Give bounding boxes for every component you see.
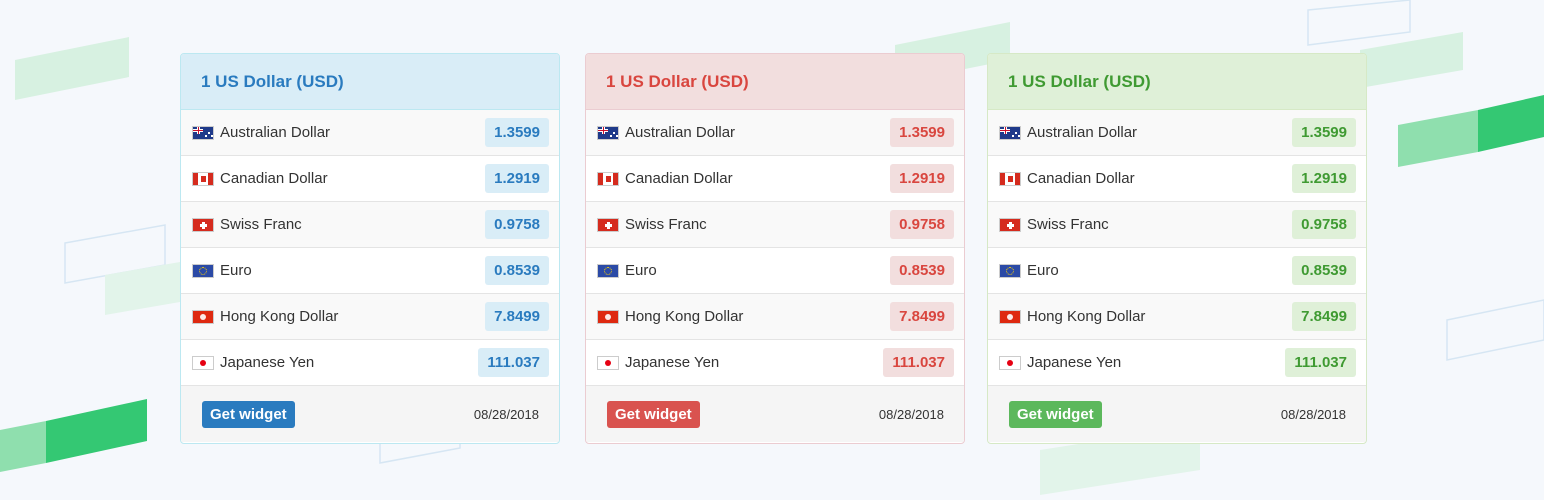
rate-row-eur: Euro 0.8539 xyxy=(586,248,964,294)
rate-row-eur: Euro 0.8539 xyxy=(181,248,559,294)
currency-name: Swiss Franc xyxy=(220,216,302,233)
rate-row-hkd: Hong Kong Dollar 7.8499 xyxy=(988,294,1366,340)
australia-flag-icon xyxy=(192,125,214,140)
rate-row-hkd: Hong Kong Dollar 7.8499 xyxy=(181,294,559,340)
currency-name: Australian Dollar xyxy=(220,124,331,141)
widget-footer: Get widget 08/28/2018 xyxy=(181,386,559,442)
currency-name: Euro xyxy=(220,262,252,279)
rate-list: Australian Dollar 1.3599 Canadian Dollar… xyxy=(988,110,1366,386)
japan-flag-icon xyxy=(999,355,1021,370)
hong-kong-flag-icon xyxy=(597,309,619,324)
rate-row-chf: Swiss Franc 0.9758 xyxy=(988,202,1366,248)
rate-badge: 1.2919 xyxy=(890,164,954,193)
eu-flag-icon xyxy=(999,263,1021,278)
eu-flag-icon xyxy=(597,263,619,278)
widget-footer: Get widget 08/28/2018 xyxy=(586,386,964,442)
switzerland-flag-icon xyxy=(597,217,619,232)
rate-row-aud: Australian Dollar 1.3599 xyxy=(988,110,1366,156)
widget-header: 1 US Dollar (USD) xyxy=(586,54,964,110)
switzerland-flag-icon xyxy=(999,217,1021,232)
rate-row-cad: Canadian Dollar 1.2919 xyxy=(586,156,964,202)
currency-name: Canadian Dollar xyxy=(220,170,328,187)
switzerland-flag-icon xyxy=(192,217,214,232)
rate-badge: 1.3599 xyxy=(1292,118,1356,147)
rate-badge: 0.9758 xyxy=(485,210,549,239)
rate-row-jpy: Japanese Yen 111.037 xyxy=(586,340,964,386)
canada-flag-icon xyxy=(597,171,619,186)
japan-flag-icon xyxy=(192,355,214,370)
currency-name: Euro xyxy=(1027,262,1059,279)
currency-name: Japanese Yen xyxy=(625,354,720,371)
eu-flag-icon xyxy=(192,263,214,278)
rate-row-cad: Canadian Dollar 1.2919 xyxy=(181,156,559,202)
currency-widget-blue: 1 US Dollar (USD) Australian Dollar 1.35… xyxy=(180,53,560,444)
widget-title: 1 US Dollar (USD) xyxy=(201,71,344,91)
rate-badge: 0.8539 xyxy=(890,256,954,285)
widget-header: 1 US Dollar (USD) xyxy=(181,54,559,110)
rate-badge: 1.3599 xyxy=(890,118,954,147)
widget-title: 1 US Dollar (USD) xyxy=(1008,71,1151,91)
rate-badge: 0.8539 xyxy=(1292,256,1356,285)
rate-badge: 7.8499 xyxy=(1292,302,1356,331)
rate-row-jpy: Japanese Yen 111.037 xyxy=(181,340,559,386)
rate-row-jpy: Japanese Yen 111.037 xyxy=(988,340,1366,386)
currency-widget-red: 1 US Dollar (USD) Australian Dollar 1.35… xyxy=(585,53,965,444)
widget-footer: Get widget 08/28/2018 xyxy=(988,386,1366,442)
rate-row-chf: Swiss Franc 0.9758 xyxy=(181,202,559,248)
get-widget-button[interactable]: Get widget xyxy=(1009,400,1102,428)
canada-flag-icon xyxy=(999,171,1021,186)
rate-badge: 0.8539 xyxy=(485,256,549,285)
rate-badge: 1.2919 xyxy=(485,164,549,193)
currency-name: Hong Kong Dollar xyxy=(1027,308,1146,325)
currency-name: Hong Kong Dollar xyxy=(625,308,744,325)
hong-kong-flag-icon xyxy=(192,309,214,324)
currency-widget-green: 1 US Dollar (USD) Australian Dollar 1.35… xyxy=(987,53,1367,444)
get-widget-button[interactable]: Get widget xyxy=(202,400,295,428)
get-widget-button[interactable]: Get widget xyxy=(607,400,700,428)
australia-flag-icon xyxy=(999,125,1021,140)
rate-badge: 1.2919 xyxy=(1292,164,1356,193)
currency-name: Australian Dollar xyxy=(1027,124,1138,141)
currency-name: Swiss Franc xyxy=(1027,216,1109,233)
rate-badge: 0.9758 xyxy=(890,210,954,239)
rate-row-aud: Australian Dollar 1.3599 xyxy=(586,110,964,156)
rate-row-eur: Euro 0.8539 xyxy=(988,248,1366,294)
currency-name: Canadian Dollar xyxy=(625,170,733,187)
rate-row-chf: Swiss Franc 0.9758 xyxy=(586,202,964,248)
hong-kong-flag-icon xyxy=(999,309,1021,324)
rate-row-aud: Australian Dollar 1.3599 xyxy=(181,110,559,156)
japan-flag-icon xyxy=(597,355,619,370)
australia-flag-icon xyxy=(597,125,619,140)
rate-badge: 0.9758 xyxy=(1292,210,1356,239)
currency-name: Swiss Franc xyxy=(625,216,707,233)
rate-badge: 7.8499 xyxy=(485,302,549,331)
rate-badge: 1.3599 xyxy=(485,118,549,147)
rate-date: 08/28/2018 xyxy=(473,406,539,422)
rate-badge: 111.037 xyxy=(1285,348,1356,377)
currency-name: Hong Kong Dollar xyxy=(220,308,339,325)
rate-row-hkd: Hong Kong Dollar 7.8499 xyxy=(586,294,964,340)
widget-header: 1 US Dollar (USD) xyxy=(988,54,1366,110)
rate-badge: 111.037 xyxy=(478,348,549,377)
rate-date: 08/28/2018 xyxy=(878,406,944,422)
rate-row-cad: Canadian Dollar 1.2919 xyxy=(988,156,1366,202)
rate-list: Australian Dollar 1.3599 Canadian Dollar… xyxy=(181,110,559,386)
rate-list: Australian Dollar 1.3599 Canadian Dollar… xyxy=(586,110,964,386)
currency-name: Japanese Yen xyxy=(1027,354,1122,371)
rate-badge: 7.8499 xyxy=(890,302,954,331)
currency-name: Canadian Dollar xyxy=(1027,170,1135,187)
currency-name: Japanese Yen xyxy=(220,354,315,371)
rate-date: 08/28/2018 xyxy=(1280,406,1346,422)
currency-name: Euro xyxy=(625,262,657,279)
rate-badge: 111.037 xyxy=(883,348,954,377)
widget-title: 1 US Dollar (USD) xyxy=(606,71,749,91)
currency-name: Australian Dollar xyxy=(625,124,736,141)
canada-flag-icon xyxy=(192,171,214,186)
